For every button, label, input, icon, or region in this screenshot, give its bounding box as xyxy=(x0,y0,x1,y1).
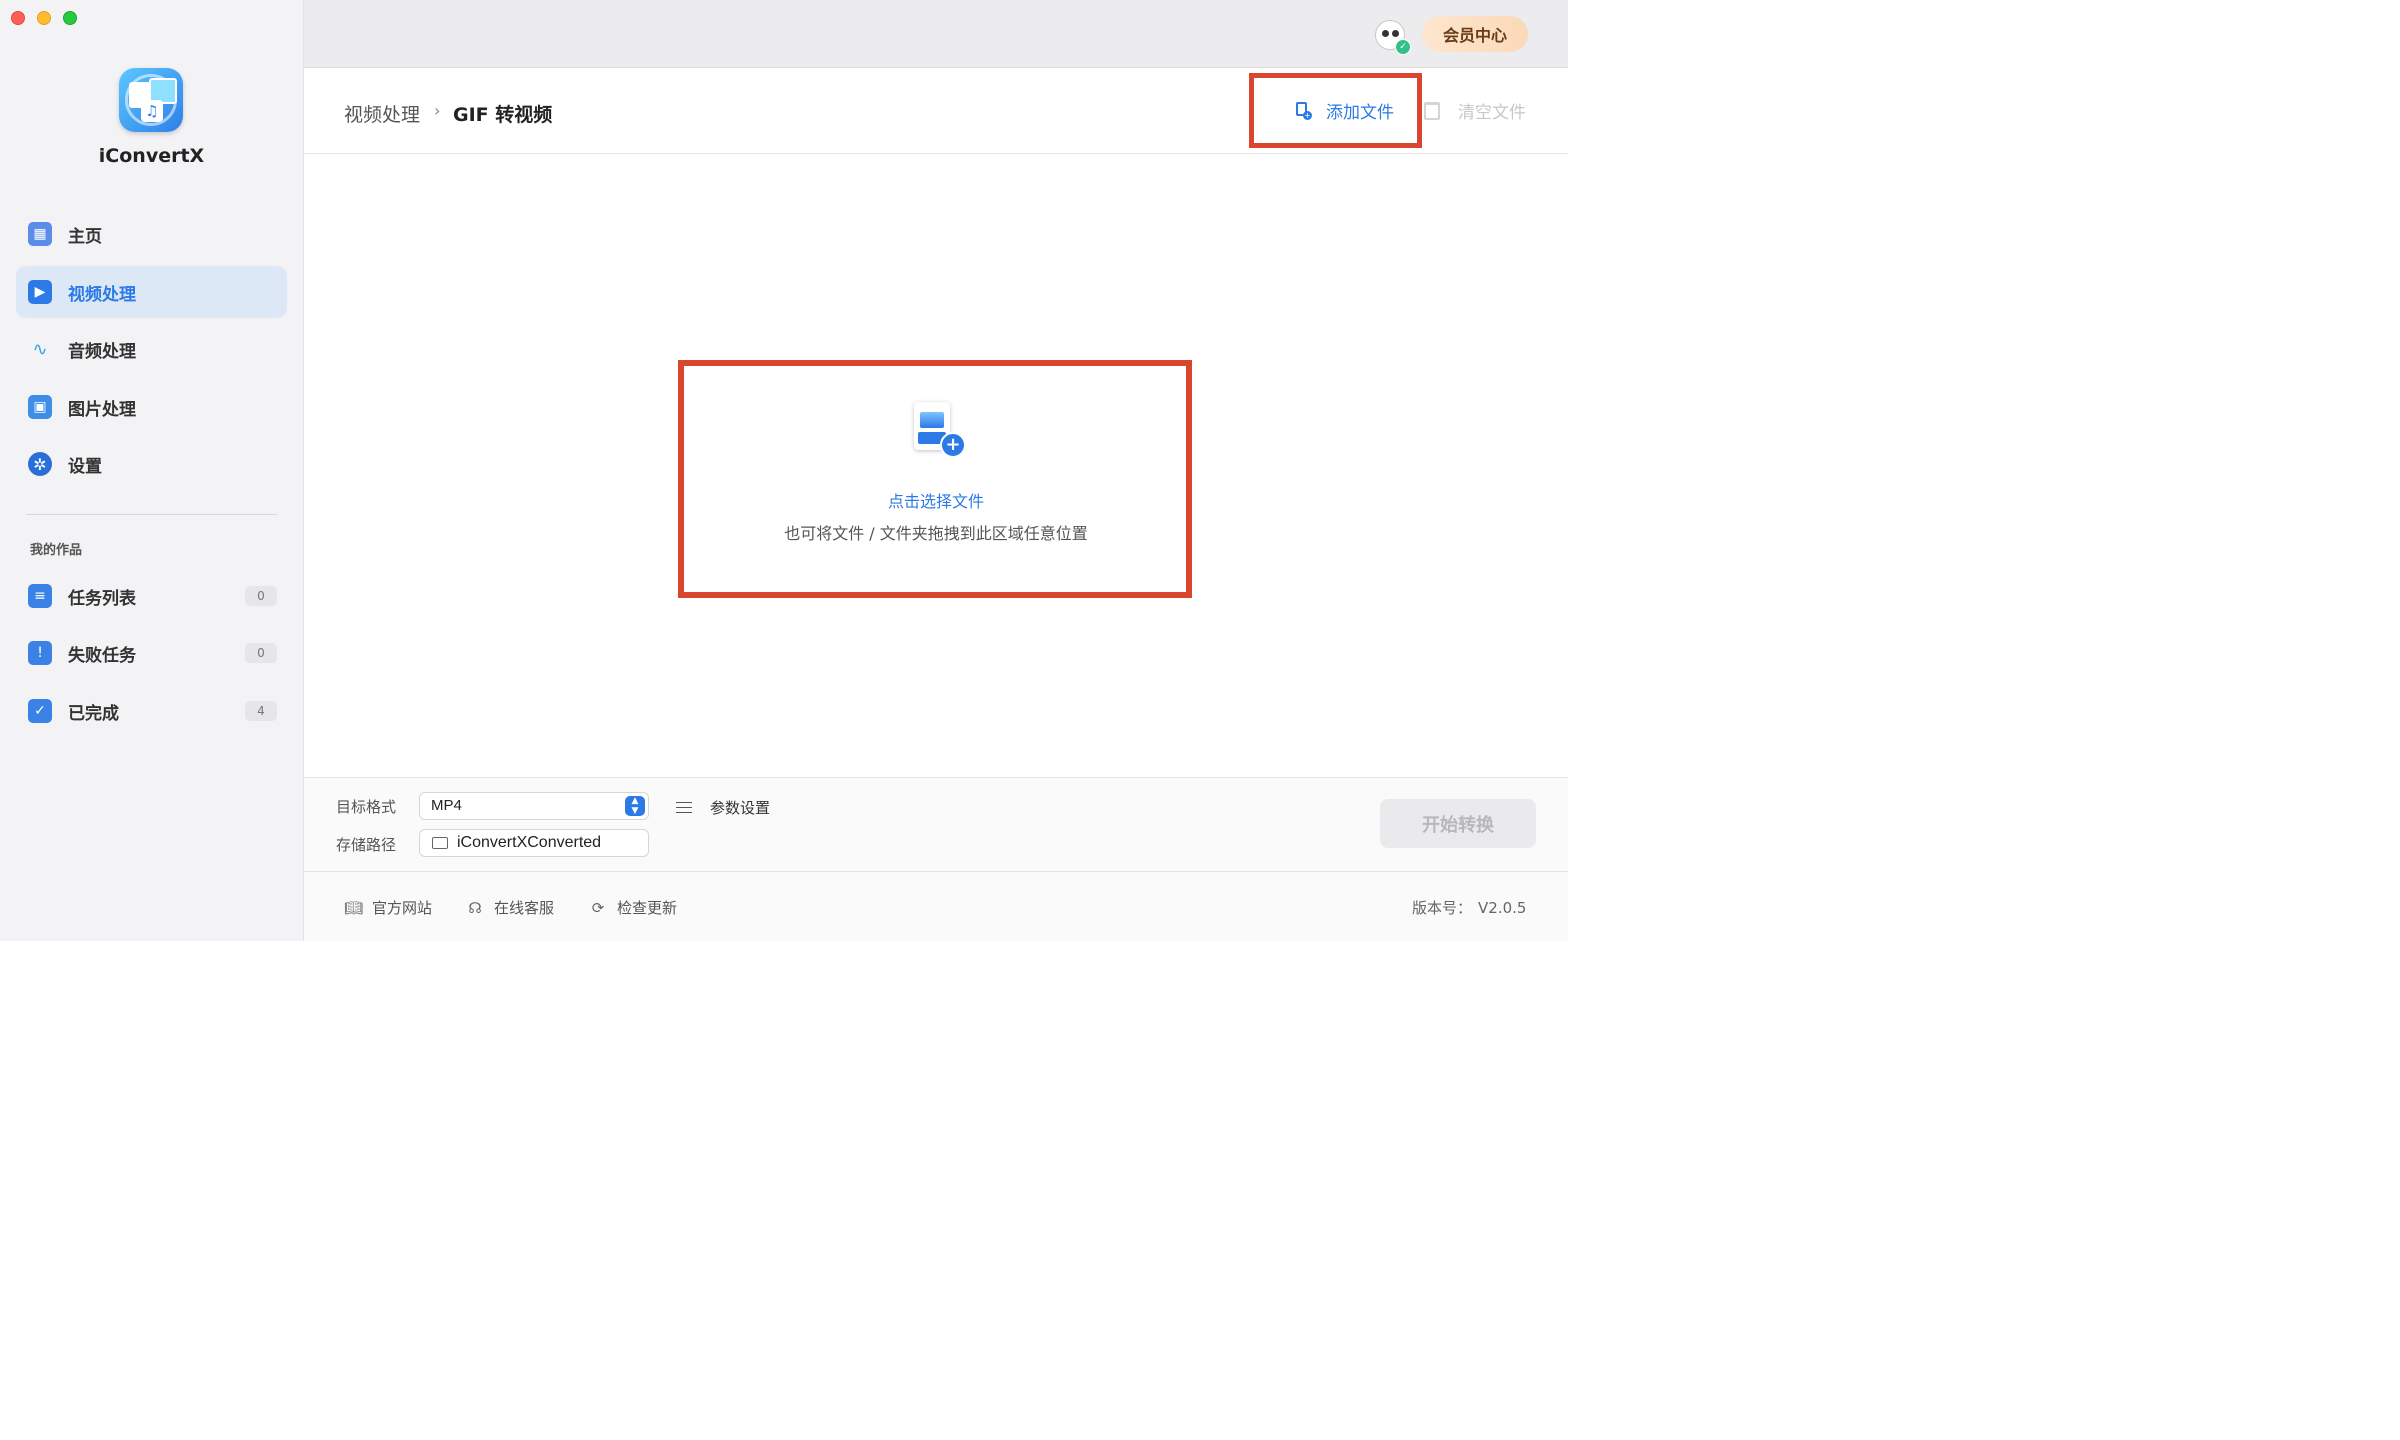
count-badge: 0 xyxy=(245,643,277,663)
completed-icon: ✓ xyxy=(28,699,52,723)
parameter-settings-button[interactable]: 参数设置 xyxy=(676,797,770,818)
verified-badge-icon: ✓ xyxy=(1395,39,1411,55)
refresh-icon: ⟳ xyxy=(591,898,605,917)
check-update-link[interactable]: ⟳ 检查更新 xyxy=(589,897,677,918)
sidebar-item-settings[interactable]: ✲ 设置 xyxy=(16,438,287,490)
sidebar-item-image[interactable]: ▣ 图片处理 xyxy=(16,381,287,433)
check-update-label: 检查更新 xyxy=(617,899,678,917)
home-grid-icon: ▦ xyxy=(28,222,52,246)
sidebar-item-audio[interactable]: ∿ 音频处理 xyxy=(16,323,287,375)
sidebar: ♫ iConvertX ▦ 主页 ▶ 视频处理 ∿ 音频处理 ▣ 图片处理 ✲ … xyxy=(0,0,304,941)
video-icon: ▶ xyxy=(28,280,52,304)
sidebar-item-label: 设置 xyxy=(68,456,102,477)
sidebar-item-label: 失败任务 xyxy=(68,645,136,666)
version-label: 版本号： xyxy=(1412,899,1473,917)
app-logo-icon: ♫ xyxy=(119,68,183,132)
clear-files-button[interactable]: 清空文件 xyxy=(1424,98,1526,123)
breadcrumb-separator: › xyxy=(434,101,441,120)
app-window: ♫ iConvertX ▦ 主页 ▶ 视频处理 ∿ 音频处理 ▣ 图片处理 ✲ … xyxy=(0,0,1568,942)
version-number: V2.0.5 xyxy=(1478,899,1527,917)
sidebar-item-label: 图片处理 xyxy=(68,399,136,420)
parameter-settings-label: 参数设置 xyxy=(710,799,771,817)
format-label: 目标格式 xyxy=(336,798,397,816)
highlight-box-add-files xyxy=(1249,73,1422,148)
output-settings-panel: 目标格式 MP4 ▲ ▼ 参数设置 存储路径 iConvertXConverted… xyxy=(304,777,1568,871)
audio-wave-icon: ∿ xyxy=(32,338,48,360)
format-select[interactable]: MP4 ▲ ▼ xyxy=(419,792,649,820)
sidebar-item-task-list[interactable]: ≡ 任务列表 0 xyxy=(16,570,287,622)
footer: 📖︎ 官方网站 ☊ 在线客服 ⟳ 检查更新 版本号： V2.0.5 xyxy=(304,871,1568,942)
sidebar-item-label: 视频处理 xyxy=(68,284,136,305)
gear-icon: ✲ xyxy=(28,452,52,476)
zoom-window-button[interactable] xyxy=(63,11,77,25)
sidebar-item-label: 主页 xyxy=(68,226,102,247)
app-name: iConvertX xyxy=(98,145,205,167)
works-section-title: 我的作品 xyxy=(30,543,83,558)
folder-icon xyxy=(432,837,448,849)
sidebar-item-completed[interactable]: ✓ 已完成 4 xyxy=(16,685,287,737)
failed-task-icon: ! xyxy=(28,641,52,665)
page-title: GIF 转视频 xyxy=(453,104,553,126)
official-website-link[interactable]: 📖︎ 官方网站 xyxy=(344,897,432,918)
path-label: 存储路径 xyxy=(336,836,397,854)
online-support-link[interactable]: ☊ 在线客服 xyxy=(466,897,554,918)
task-list-icon: ≡ xyxy=(28,584,52,608)
sidebar-item-home[interactable]: ▦ 主页 xyxy=(16,208,287,260)
sidebar-item-label: 已完成 xyxy=(68,703,119,724)
sidebar-item-label: 音频处理 xyxy=(68,341,136,362)
trash-icon xyxy=(1424,101,1440,120)
headphones-icon: ☊ xyxy=(468,898,482,917)
minimize-window-button[interactable] xyxy=(37,11,51,25)
version-info: 版本号： V2.0.5 xyxy=(1412,897,1526,918)
online-support-label: 在线客服 xyxy=(494,899,555,917)
output-path-value: iConvertXConverted xyxy=(457,834,602,851)
highlight-box-drop-zone xyxy=(678,360,1192,598)
format-value: MP4 xyxy=(431,797,462,814)
count-badge: 4 xyxy=(245,701,277,721)
official-website-label: 官方网站 xyxy=(372,899,433,917)
start-convert-button[interactable]: 开始转换 xyxy=(1380,799,1536,848)
select-stepper-icon: ▲ ▼ xyxy=(625,796,645,816)
output-path-field[interactable]: iConvertXConverted xyxy=(419,829,649,857)
breadcrumb-parent[interactable]: 视频处理 xyxy=(344,100,420,127)
user-avatar[interactable]: ✓ xyxy=(1375,20,1411,55)
image-icon: ▣ xyxy=(28,395,52,419)
sidebar-item-label: 任务列表 xyxy=(68,588,136,609)
sliders-icon xyxy=(676,801,692,815)
close-window-button[interactable] xyxy=(11,11,25,25)
title-bar: ✓ 会员中心 xyxy=(304,0,1568,68)
sidebar-divider xyxy=(26,514,277,515)
sidebar-item-video[interactable]: ▶ 视频处理 xyxy=(16,266,287,318)
book-icon: 📖︎ xyxy=(344,898,364,917)
sidebar-item-failed-tasks[interactable]: ! 失败任务 0 xyxy=(16,627,287,679)
clear-files-label: 清空文件 xyxy=(1458,103,1526,123)
count-badge: 0 xyxy=(245,586,277,606)
vip-center-button[interactable]: 会员中心 xyxy=(1422,16,1528,52)
